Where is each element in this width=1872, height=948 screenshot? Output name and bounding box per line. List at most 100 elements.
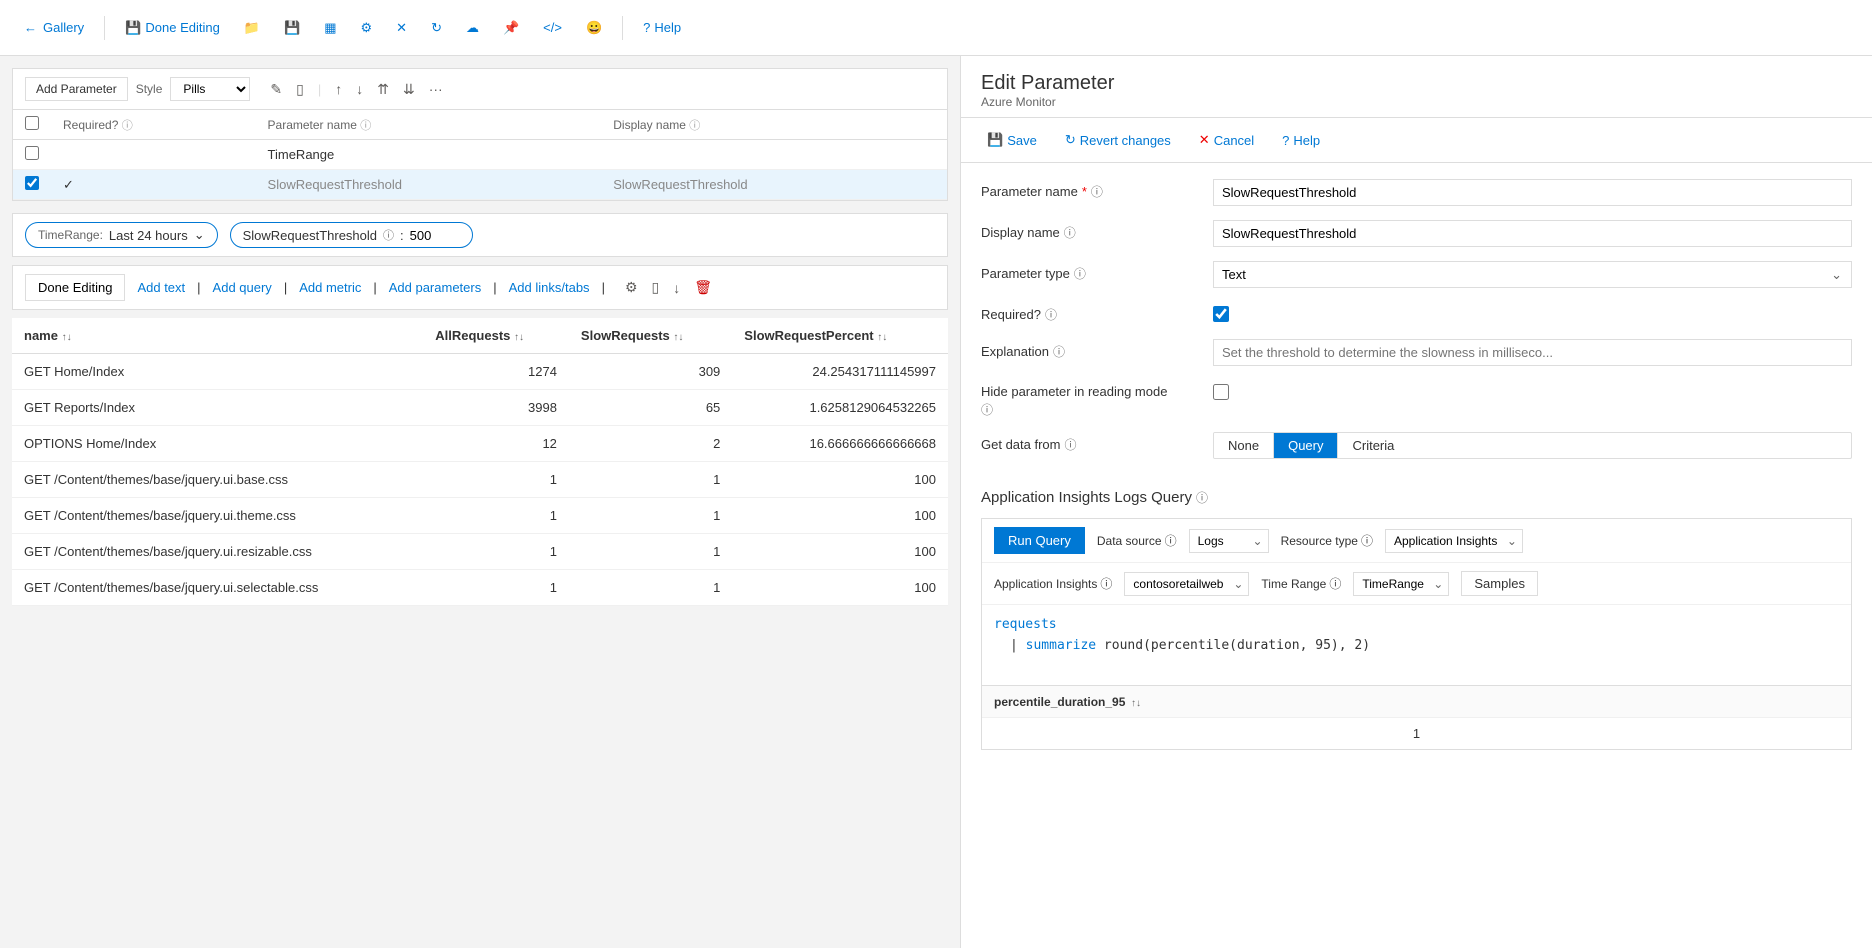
code-icon-btn[interactable]: </> [535,16,570,39]
save-as-icon-btn[interactable]: 💾 [276,16,308,40]
refresh-icon-btn[interactable]: ↻ [423,16,450,40]
cell-slow-req: 65 [569,390,732,426]
pin-icon-btn[interactable]: 📌 [495,16,527,40]
settings-icon-btn[interactable]: ⚙ [353,16,381,40]
radio-query[interactable]: Query [1274,433,1338,458]
cloud-icon: ☁ [466,20,479,36]
select-all-checkbox[interactable] [25,116,39,130]
slow-req-input[interactable] [410,228,460,243]
cloud-icon-btn[interactable]: ☁ [458,16,487,40]
form-section: Parameter name * ⓘ Display name ⓘ [961,163,1872,489]
cell-slow-pct: 100 [732,570,948,606]
code-icon: </> [543,20,562,35]
right-panel: Edit Parameter Azure Monitor 💾 Save ↻ Re… [960,56,1872,948]
time-range-query-info-icon: ⓘ [1329,575,1341,592]
explanation-info-icon[interactable]: ⓘ [1053,343,1065,360]
help-top-button[interactable]: ? Help [635,16,689,39]
required-cell-0 [51,140,256,170]
param-type-info-icon[interactable]: ⓘ [1074,265,1086,282]
data-source-info-icon: ⓘ [1165,532,1177,549]
move-down-icon[interactable]: ↓ [352,79,367,99]
cell-all-req: 3998 [423,390,569,426]
table-row: GET Reports/Index 3998 65 1.625812906453… [12,390,948,426]
copy-icon[interactable]: ▯ [292,79,308,100]
settings-edit-icon[interactable]: ⚙ [621,277,642,298]
cancel-button[interactable]: ✕ Cancel [1193,128,1260,152]
row-checkbox-1[interactable] [25,176,39,190]
display-name-info-icon[interactable]: ⓘ [1064,224,1076,241]
move-up-icon[interactable]: ↑ [331,79,346,99]
col-all-requests[interactable]: AllRequests ↑↓ [423,318,569,354]
revert-changes-button[interactable]: ↻ Revert changes [1059,128,1177,152]
hide-param-info-icon[interactable]: ⓘ [981,401,993,418]
explanation-label: Explanation ⓘ [981,339,1201,360]
col-slow-requests[interactable]: SlowRequests ↑↓ [569,318,732,354]
time-range-filter[interactable]: TimeRange: Last 24 hours ⌄ [25,222,218,248]
edit-param-toolbar: 💾 Save ↻ Revert changes ✕ Cancel ? Help [961,118,1872,163]
required-info-icon[interactable]: ⓘ [1045,306,1057,323]
radio-none[interactable]: None [1214,433,1274,458]
time-range-label: TimeRange: [38,228,103,242]
run-query-button[interactable]: Run Query [994,527,1085,554]
add-parameter-button[interactable]: Add Parameter [25,77,128,101]
param-type-select[interactable]: Text [1213,261,1852,288]
data-source-select[interactable]: Logs [1189,529,1269,553]
params-toolbar-icons: ✎ ▯ | ↑ ↓ ⇈ ⇊ ··· [266,79,446,100]
save-button[interactable]: 💾 Save [981,128,1043,152]
time-range-query-select[interactable]: TimeRange [1353,572,1449,596]
table-row: GET /Content/themes/base/jquery.ui.base.… [12,462,948,498]
explanation-input[interactable] [1213,339,1852,366]
folder-icon-btn[interactable]: 📁 [236,16,268,40]
param-name-cell-1: SlowRequestThreshold [256,170,602,200]
param-name-input[interactable] [1213,179,1852,206]
done-editing-button[interactable]: Done Editing [25,274,125,301]
time-range-value: Last 24 hours [109,228,188,243]
done-editing-top-button[interactable]: 💾 Done Editing [117,16,228,40]
required-row: Required? ⓘ [981,302,1852,325]
download-icon[interactable]: ↓ [669,278,684,298]
cell-name: GET Home/Index [12,354,423,390]
cell-slow-req: 1 [569,462,732,498]
app-insights-select-wrapper: contosoretailweb [1124,572,1249,596]
resource-type-select-wrapper: Application Insights [1385,529,1523,553]
add-links-link[interactable]: Add links/tabs [509,280,590,295]
cell-all-req: 1274 [423,354,569,390]
query-editor[interactable]: requests | summarize round(percentile(du… [982,605,1851,685]
help-panel-button[interactable]: ? Help [1276,129,1326,152]
add-metric-link[interactable]: Add metric [299,280,361,295]
param-name-info-icon[interactable]: ⓘ [1091,183,1103,200]
add-parameters-link[interactable]: Add parameters [389,280,482,295]
table-row: GET /Content/themes/base/jquery.ui.selec… [12,570,948,606]
delete-icon[interactable]: 🗑 [690,277,716,298]
resource-type-select[interactable]: Application Insights [1385,529,1523,553]
style-select[interactable]: Pills [170,77,250,101]
get-data-info-icon[interactable]: ⓘ [1064,436,1076,453]
move-bottom-icon[interactable]: ⇊ [399,79,419,100]
add-text-link[interactable]: Add text [137,280,185,295]
hide-param-checkbox[interactable] [1213,384,1229,400]
emoji-icon-btn[interactable]: 😀 [578,16,610,40]
add-query-link[interactable]: Add query [213,280,272,295]
col-name[interactable]: name ↑↓ [12,318,423,354]
get-data-field: None Query Criteria [1213,432,1852,459]
revert-icon: ↻ [1065,132,1076,148]
display-name-input[interactable] [1213,220,1852,247]
required-col-header: Required? ⓘ [51,110,256,140]
move-top-icon[interactable]: ⇈ [373,79,393,100]
edit-icon[interactable]: ✎ [266,79,286,100]
copy-edit-icon[interactable]: ▯ [648,277,664,298]
more-options-icon[interactable]: ··· [425,79,447,99]
clone-icon-btn[interactable]: ▦ [316,16,344,40]
close-icon-btn[interactable]: ✕ [388,16,415,40]
hide-param-field [1213,380,1852,403]
col-slow-pct[interactable]: SlowRequestPercent ↑↓ [732,318,948,354]
params-editor: Add Parameter Style Pills ✎ ▯ | ↑ ↓ ⇈ ⇊ … [12,68,948,201]
required-checkbox[interactable] [1213,306,1229,322]
data-table: name ↑↓ AllRequests ↑↓ SlowRequests ↑↓ S… [12,318,948,606]
row-checkbox-0[interactable] [25,146,39,160]
cancel-icon: ✕ [1199,132,1210,148]
gallery-back-button[interactable]: ← Gallery [16,16,92,39]
app-insights-select[interactable]: contosoretailweb [1124,572,1249,596]
samples-button[interactable]: Samples [1461,571,1538,596]
radio-criteria[interactable]: Criteria [1338,433,1408,458]
